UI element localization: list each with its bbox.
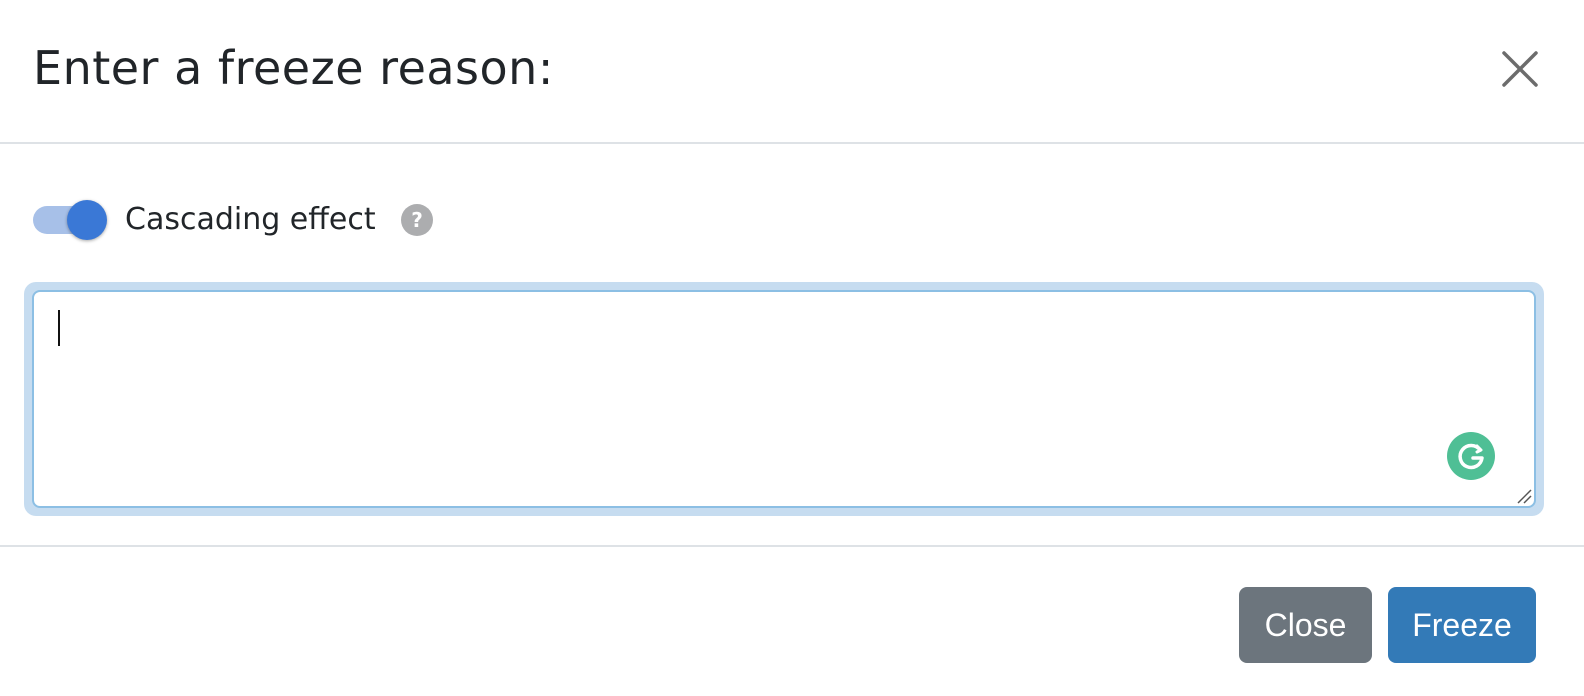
cascading-effect-label: Cascading effect bbox=[125, 202, 376, 237]
toggle-thumb bbox=[67, 200, 107, 240]
dialog-title: Enter a freeze reason: bbox=[33, 41, 554, 95]
resize-handle-icon[interactable] bbox=[1516, 488, 1532, 504]
freeze-reason-dialog: Enter a freeze reason: Cascading effect … bbox=[0, 0, 1584, 696]
reason-field-focus-ring bbox=[24, 282, 1544, 516]
close-icon[interactable] bbox=[1500, 49, 1540, 89]
text-caret bbox=[58, 310, 60, 346]
dialog-footer: Close Freeze bbox=[0, 545, 1584, 696]
grammarly-icon[interactable] bbox=[1447, 432, 1495, 480]
cascading-effect-toggle[interactable] bbox=[33, 200, 107, 240]
cascading-effect-row: Cascading effect ? bbox=[33, 200, 453, 240]
dialog-body: Cascading effect ? bbox=[0, 146, 1584, 545]
help-icon[interactable]: ? bbox=[401, 204, 433, 236]
close-button[interactable]: Close bbox=[1239, 587, 1372, 663]
freeze-reason-textarea[interactable] bbox=[32, 290, 1536, 508]
freeze-button[interactable]: Freeze bbox=[1388, 587, 1536, 663]
dialog-header: Enter a freeze reason: bbox=[0, 0, 1584, 144]
